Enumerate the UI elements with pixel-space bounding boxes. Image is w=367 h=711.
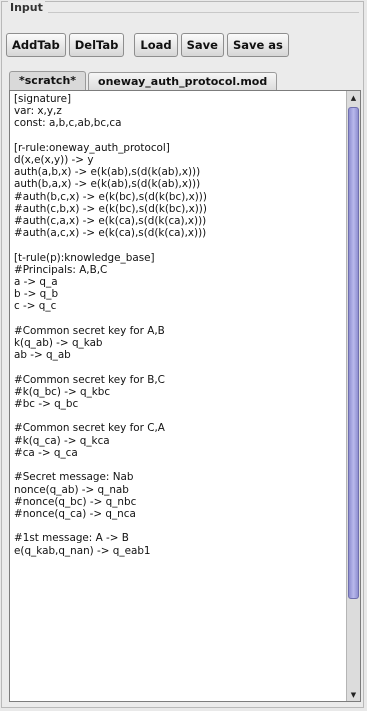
panel-title-rule: [48, 12, 359, 13]
up-arrow-icon[interactable]: ▲: [347, 91, 360, 104]
editor-line: #nonce(q_ca) -> q_nca: [14, 507, 136, 520]
editor-line: e(q_kab,q_nan) -> q_eab1: [14, 544, 151, 557]
editor-line: var: x,y,z: [14, 105, 62, 118]
editor-line: #ca -> q_ca: [14, 446, 78, 459]
editor-line: auth(b,a,x) -> e(k(ab),s(d(k(ab),x))): [14, 178, 201, 191]
editor-line: c -> q_c: [14, 300, 57, 313]
panel-title: Input: [8, 1, 45, 14]
editor-line: #Principals: A,B,C: [14, 263, 108, 276]
editor-line: a -> q_a: [14, 276, 58, 289]
editor-line: #auth(b,c,x) -> e(k(bc),s(d(k(bc),x))): [14, 190, 207, 203]
load-button[interactable]: Load: [134, 33, 178, 57]
editor-line: #Common secret key for B,C: [14, 373, 165, 386]
toolbar: AddTab DelTab Load Save Save as: [6, 33, 292, 59]
editor-line: #auth(a,c,x) -> e(k(ca),s(d(k(ca),x))): [14, 227, 207, 240]
editor-line: [t-rule(p):knowledge_base]: [14, 251, 155, 264]
tab-bar: *scratch* oneway_auth_protocol.mod: [9, 70, 279, 90]
tab-scratch[interactable]: *scratch*: [9, 71, 87, 90]
editor-line: #bc -> q_bc: [14, 398, 79, 411]
editor-line: #auth(c,a,x) -> e(k(ca),s(d(k(ca),x))): [14, 215, 207, 228]
add-tab-button[interactable]: AddTab: [6, 33, 66, 57]
editor-line: b -> q_b: [14, 288, 59, 301]
save-as-button[interactable]: Save as: [226, 33, 289, 57]
editor-line: const: a,b,c,ab,bc,ca: [14, 117, 122, 130]
save-button[interactable]: Save: [180, 33, 224, 57]
editor-line: #k(q_ca) -> q_kca: [14, 434, 110, 447]
editor-text-area[interactable]: [signature] var: x,y,z const: a,b,c,ab,bc,…: [14, 93, 344, 557]
editor-line: ab -> q_ab: [14, 349, 71, 362]
editor-line: #Common secret key for C,A: [14, 422, 165, 435]
vertical-scrollbar[interactable]: ▲ ▼: [346, 91, 360, 701]
delete-tab-button[interactable]: DelTab: [68, 33, 125, 57]
editor-line: #Secret message: Nab: [14, 471, 134, 484]
editor-line: #k(q_bc) -> q_kbc: [14, 385, 111, 398]
scrollbar-thumb[interactable]: [348, 107, 359, 599]
editor-line: [r-rule:oneway_auth_protocol]: [14, 141, 170, 154]
editor-line: k(q_ab) -> q_kab: [14, 337, 103, 350]
editor-line: #Common secret key for A,B: [14, 324, 165, 337]
tab-oneway-auth-protocol[interactable]: oneway_auth_protocol.mod: [88, 72, 278, 90]
editor-line: d(x,e(x,y)) -> y: [14, 154, 94, 167]
editor-line: [signature]: [14, 93, 72, 105]
down-arrow-icon[interactable]: ▼: [347, 688, 360, 701]
editor-line: nonce(q_ab) -> q_nab: [14, 483, 129, 496]
editor-line: #auth(c,b,x) -> e(k(bc),s(d(k(bc),x))): [14, 202, 207, 215]
editor-line: #nonce(q_bc) -> q_nbc: [14, 495, 137, 508]
editor-line: auth(a,b,x) -> e(k(ab),s(d(k(ab),x))): [14, 166, 201, 179]
editor-scroll-pane: [signature] var: x,y,z const: a,b,c,ab,bc,…: [9, 90, 361, 702]
editor-line: #1st message: A -> B: [14, 532, 129, 545]
